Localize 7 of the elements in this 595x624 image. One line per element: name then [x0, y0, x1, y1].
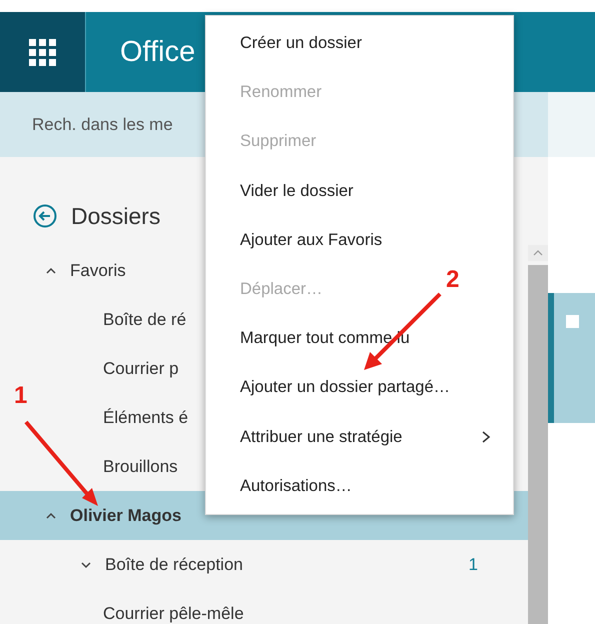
- folder-group-label: Olivier Magos: [70, 506, 182, 526]
- annotation-number: 1: [14, 382, 28, 410]
- unread-count: 1: [468, 554, 478, 574]
- app-title: Office: [120, 36, 196, 68]
- folders-heading: Dossiers: [71, 202, 160, 230]
- annotation-number: 2: [446, 266, 460, 294]
- folder-group-label: Favoris: [70, 260, 126, 280]
